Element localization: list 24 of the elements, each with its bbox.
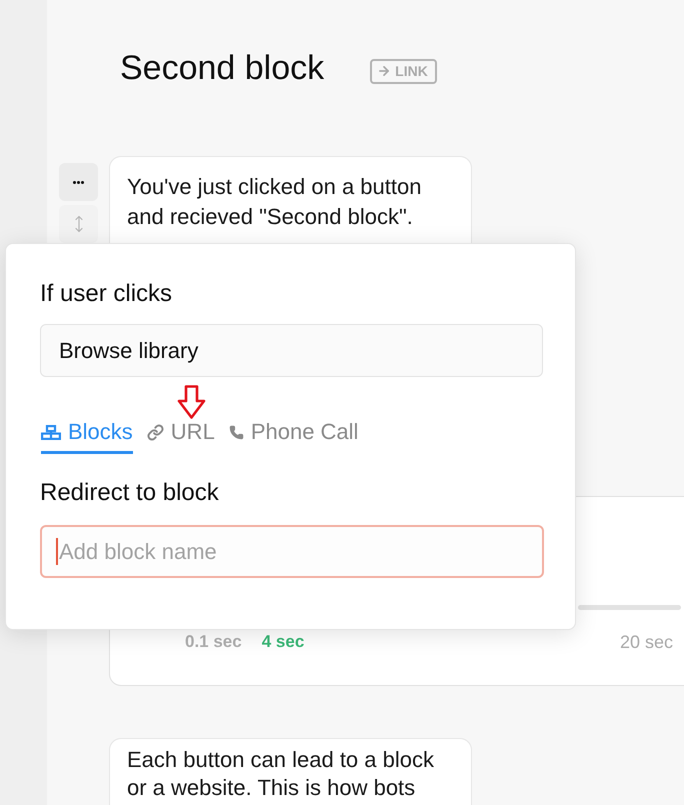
tab[interactable]: URL (146, 420, 215, 454)
drag-handle[interactable] (59, 205, 98, 243)
link-icon (146, 424, 164, 440)
slider-track[interactable] (578, 605, 681, 610)
value-label: 4 sec (262, 633, 304, 651)
button-title-field[interactable]: Browse library (40, 324, 543, 377)
down-arrow-icon (177, 385, 206, 419)
message-text: Each button can lead to a block or a website. This is how bots (127, 746, 435, 802)
section-label: Redirect to block (40, 479, 220, 507)
text-cursor-icon (56, 538, 58, 565)
message-text: You've just clicked on a button and recieved "Second block". (127, 173, 422, 231)
block-name-field[interactable]: Add block name (40, 525, 544, 578)
blocks-icon (41, 424, 61, 440)
link-badge[interactable]: LINK (370, 58, 437, 84)
arrow-right-icon (377, 64, 392, 78)
phone-icon (228, 424, 244, 440)
popover-title: If user clicks (40, 280, 174, 308)
more-button[interactable] (59, 163, 98, 201)
max-label: 20 sec (620, 633, 673, 651)
block-title: Second block (120, 48, 324, 88)
min-label: 0.1 sec (185, 633, 242, 651)
tab[interactable]: Blocks (41, 420, 133, 454)
tab[interactable]: Phone Call (228, 420, 358, 454)
more-icon (73, 180, 84, 184)
